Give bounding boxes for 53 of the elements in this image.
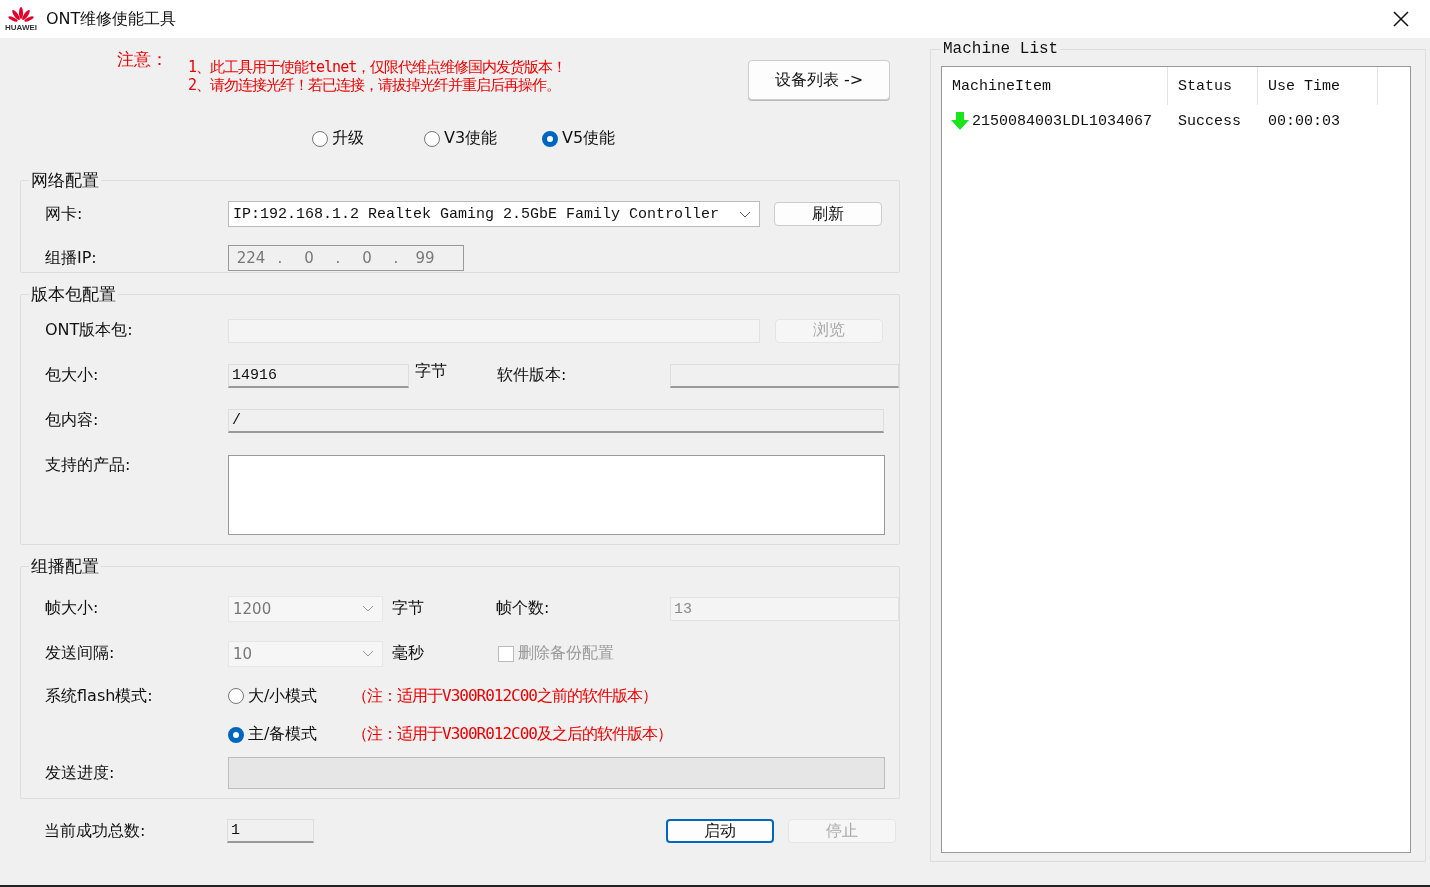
radio-label: V5使能 xyxy=(562,128,616,149)
field-label: 包内容: xyxy=(45,410,100,431)
field-label: 发送进度: xyxy=(45,762,116,784)
group-title: 网络配置 xyxy=(30,169,100,192)
mode-radio[interactable]: V3使能 xyxy=(424,128,542,149)
package-size-field[interactable]: 14916 xyxy=(228,363,409,388)
radio-label: 升级 xyxy=(332,128,364,149)
mode-radio[interactable]: V5使能 xyxy=(542,128,654,149)
device-list-button[interactable]: 设备列表 -> xyxy=(748,60,890,100)
group-title: 组播配置 xyxy=(30,555,100,578)
radio-label: 主/备模式 xyxy=(248,724,318,745)
radio-label: V3使能 xyxy=(444,128,498,149)
package-content-field[interactable]: / xyxy=(228,408,884,433)
note-text: （注：适用于V300R012C00之前的软件版本） xyxy=(352,685,657,707)
field-label: 帧大小: xyxy=(45,598,100,619)
notice-line: 1、此工具用于使能telnet，仅限代维点维修国内发货版本！ xyxy=(188,58,568,76)
unit-label: 毫秒 xyxy=(392,643,425,664)
field-label: 系统flash模式: xyxy=(45,685,154,707)
window-title: ONT维修使能工具 xyxy=(46,8,177,30)
field-label: 网卡: xyxy=(45,203,84,225)
logo-text: HUAWEI xyxy=(5,22,37,32)
group-title: 版本包配置 xyxy=(30,283,117,306)
flash-mode-radio[interactable]: 主/备模式 xyxy=(228,724,352,745)
use-time-cell-text: 00:00:03 xyxy=(1267,112,1341,130)
send-interval-dropdown[interactable]: 10 xyxy=(228,640,383,667)
field-label: 发送间隔: xyxy=(45,643,116,664)
notice-heading: 注意： xyxy=(117,48,169,71)
unit-label: 字节 xyxy=(415,361,448,382)
field-label: 支持的产品: xyxy=(45,455,132,476)
column-header[interactable]: Status xyxy=(1168,67,1258,105)
field-label: ONT版本包: xyxy=(45,320,134,341)
nic-dropdown[interactable]: IP:192.168.1.2 Realtek Gaming 2.5GbE Family Controller xyxy=(228,201,760,227)
start-button[interactable]: 启动 xyxy=(666,819,774,843)
status-cell-text: Success xyxy=(1177,112,1242,130)
refresh-button[interactable]: 刷新 xyxy=(774,202,882,226)
field-label: 组播IP: xyxy=(45,247,98,269)
group-title: Machine List xyxy=(942,40,1060,58)
column-header[interactable]: MachineItem xyxy=(942,67,1168,105)
field-label: 包大小: xyxy=(45,365,100,386)
radio-label: 大/小模式 xyxy=(248,685,318,707)
field-label: 软件版本: xyxy=(497,365,568,386)
column-header[interactable]: Use Time xyxy=(1258,67,1378,105)
field-label: 帧个数: xyxy=(496,598,551,619)
field-label: 当前成功总数: xyxy=(44,820,147,842)
success-count-field[interactable]: 1 xyxy=(227,819,314,843)
mode-radio[interactable]: 升级 xyxy=(312,128,424,149)
frame-size-dropdown[interactable]: 1200 xyxy=(228,595,383,622)
unit-label: 字节 xyxy=(392,598,425,619)
note-text: （注：适用于V300R012C00及之后的软件版本） xyxy=(352,724,672,745)
notice-line: 2、请勿连接光纤！若已连接，请拔掉光纤并重启后再操作。 xyxy=(188,76,562,94)
ip-address-field[interactable]: 224 . 0 . 0 . 99 xyxy=(228,245,464,271)
flash-mode-radio[interactable]: 大/小模式 xyxy=(228,685,352,707)
machine-item: 2150084003LDL1034067 xyxy=(972,112,1153,130)
